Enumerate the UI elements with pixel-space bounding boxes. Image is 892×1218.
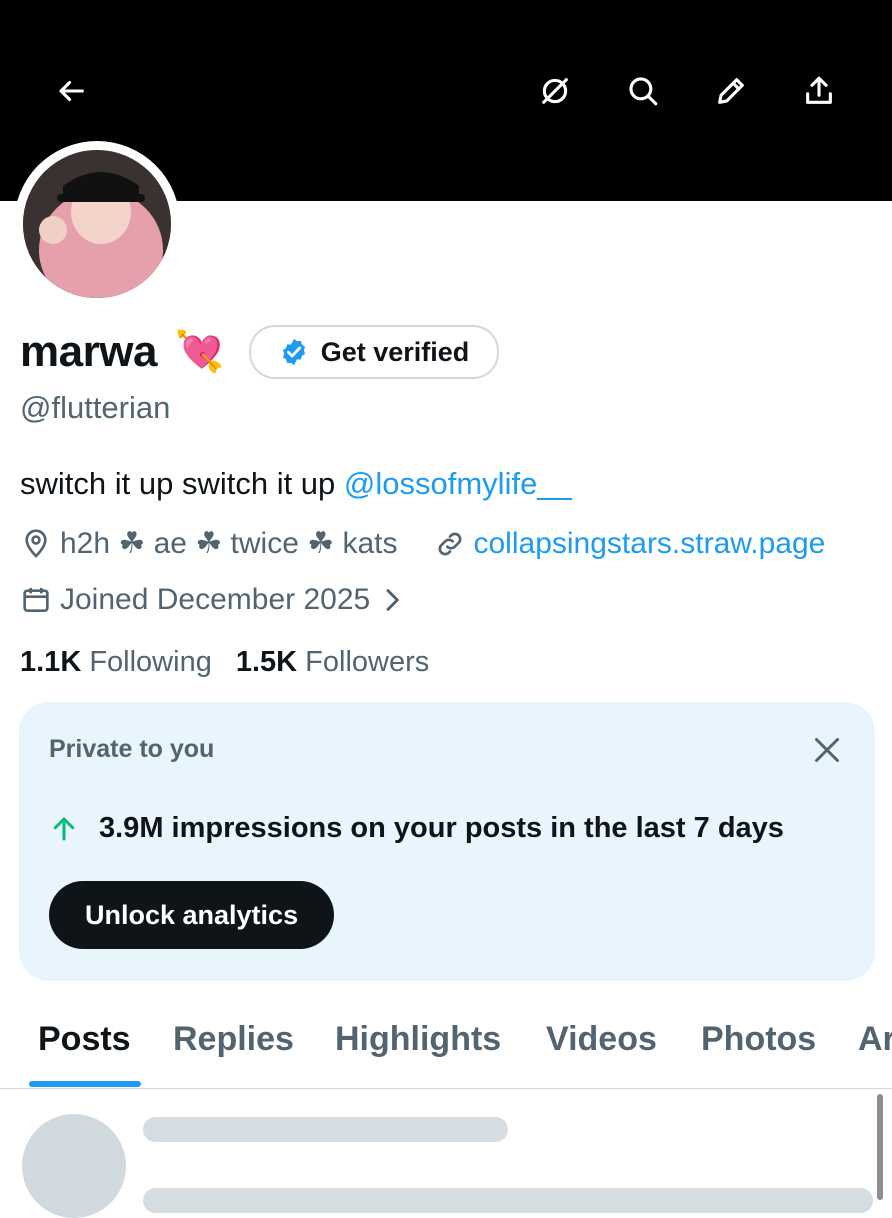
bio-mention-link[interactable]: @lossofmylife__ [344,466,572,501]
bio-text: switch it up switch it up [20,466,344,501]
impressions-text: 3.9M impressions on your posts in the la… [99,812,784,844]
calendar-icon [23,588,49,612]
tab-highlights[interactable]: Highlights [335,1020,501,1059]
skeleton-line [143,1188,873,1213]
avatar[interactable] [14,141,180,307]
unlock-analytics-button[interactable]: Unlock analytics [49,881,335,949]
chevron-right-icon [386,589,400,611]
bio: switch it up switch it up @lossofmylife_… [20,466,572,502]
profile-tabs: Posts Replies Highlights Videos Photos A… [0,1010,892,1089]
follow-stats: 1.1K Following 1.5K Followers [20,646,429,679]
hide-icon [542,78,568,104]
tab-photos[interactable]: Photos [701,1020,816,1059]
arrow-left-icon [59,80,84,102]
website-link[interactable]: collapsingstars.straw.page [474,527,826,561]
heart-emoji: 💘 [174,330,225,374]
get-verified-label: Get verified [320,336,470,367]
hide-button[interactable] [528,64,582,118]
edit-icon [718,78,744,104]
skeleton-line [143,1117,508,1142]
share-icon [806,76,832,104]
tab-articles[interactable]: Articles [858,1020,892,1059]
name-row: marwa 💘 Get verified [20,322,500,382]
tab-replies[interactable]: Replies [173,1020,294,1059]
joined-row[interactable]: Joined December 2025 [20,583,416,617]
verified-badge-icon [282,338,305,366]
close-icon[interactable] [809,732,845,768]
link-icon [438,532,461,555]
avatar-illustration [23,150,171,298]
analytics-card: Private to you 3.9M impressions on your … [19,702,875,981]
joined-text: Joined December 2025 [60,583,371,616]
edit-button[interactable] [704,64,758,118]
share-button[interactable] [792,64,846,118]
followers-count: 1.5K [235,646,298,678]
profile-meta-row: h2h ☘ ae ☘ twice ☘ kats collapsingstars.… [20,526,825,561]
search-icon [629,77,658,106]
skeleton-avatar [22,1114,126,1218]
location-text: h2h ☘ ae ☘ twice ☘ kats [60,527,398,560]
display-name: marwa [20,327,157,376]
get-verified-button[interactable]: Get verified [248,325,500,379]
followers-label: Followers [305,646,430,678]
search-button[interactable] [616,64,670,118]
avatar-photo [23,150,171,298]
location-pin-icon [25,528,47,558]
followers-stat[interactable]: 1.5K Followers [236,646,429,679]
scrollbar[interactable] [877,1094,883,1200]
back-button[interactable] [44,64,98,118]
active-tab-indicator [29,1081,141,1087]
arrow-up-icon [53,817,75,840]
impressions-stat: 3.9M impressions on your posts in the la… [49,812,784,845]
tab-videos[interactable]: Videos [546,1020,657,1059]
user-handle: @flutterian [20,390,171,425]
following-label: Following [89,646,212,678]
following-count: 1.1K [20,646,82,678]
tab-posts[interactable]: Posts [38,1020,131,1059]
private-label: Private to you [49,735,215,763]
following-stat[interactable]: 1.1K Following [20,646,212,679]
